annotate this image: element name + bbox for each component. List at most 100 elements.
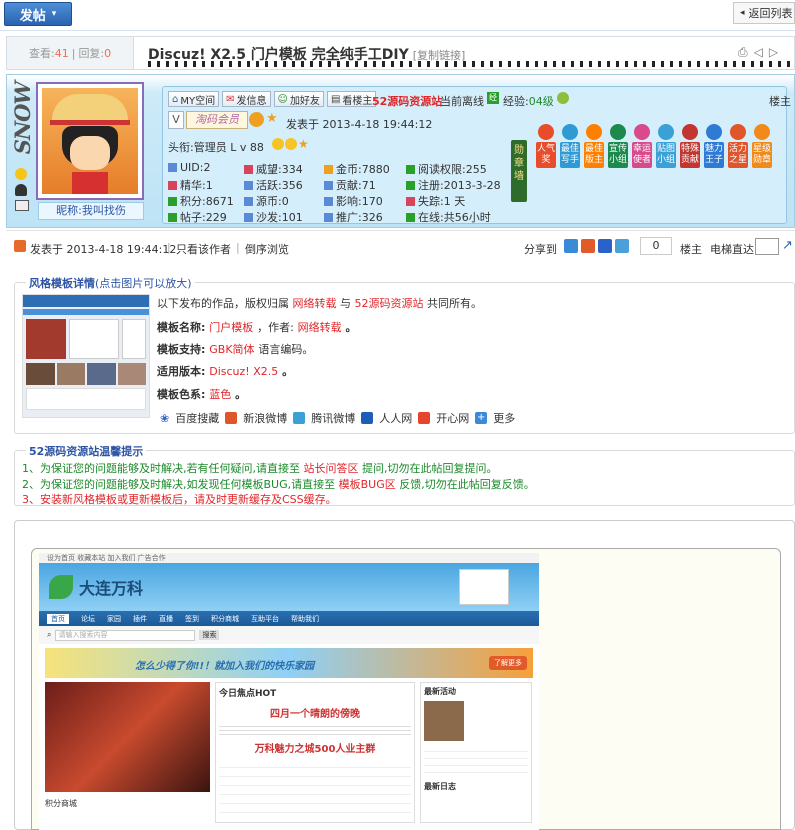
preview-header: 大连万科	[39, 563, 539, 611]
elevator-input[interactable]	[755, 238, 779, 255]
face-shape	[70, 136, 110, 170]
color-value: 蓝色	[209, 388, 232, 401]
stat-gold: 金币:7880	[324, 161, 390, 177]
stat-text: 精华:1	[180, 179, 213, 192]
home-icon: ⌂	[172, 93, 179, 105]
vip-badge: V	[168, 111, 184, 129]
share-link-tencent[interactable]: 腾讯微博	[311, 410, 355, 426]
preview-mall-title: 积分商城	[45, 799, 77, 808]
online-status: 当前离线	[440, 95, 484, 108]
medal-label: 幸运使者	[632, 142, 652, 168]
stat-text: 帖子:229	[180, 211, 227, 224]
version-label: 适用版本:	[157, 365, 206, 378]
stat-missing: 失踪:1 天	[406, 193, 465, 209]
preview-user-box	[459, 569, 509, 605]
medal-wall-title: 勋章墙	[511, 140, 527, 202]
share-link-weibo[interactable]: 新浪微博	[243, 410, 287, 426]
avatar	[42, 88, 138, 194]
medal-icon	[754, 124, 770, 140]
medal-4[interactable]: 幸运使者	[632, 124, 652, 168]
tip-line-3: 3、安装新风格模板或更新模板后，请及时更新缓存及CSS缓存。	[22, 493, 337, 506]
medal-9[interactable]: 星级勋章	[752, 124, 772, 168]
site-name: 52源码资源站	[372, 95, 443, 108]
thread-title-text: Discuz! X2.5 门户模板 完全纯手工DIY	[148, 47, 409, 63]
medal-7[interactable]: 魅力王子	[704, 124, 724, 168]
tip-link[interactable]: 站长问答区	[304, 462, 359, 475]
exp-value: 04级	[528, 95, 554, 108]
copy-link[interactable]: [复制链接]	[413, 49, 466, 62]
thumb-pic	[56, 363, 85, 385]
send-message-label: 发信息	[236, 95, 267, 107]
paw-share-icon[interactable]	[598, 239, 612, 253]
hat-band	[50, 120, 130, 125]
share-link-kaixin[interactable]: 开心网	[436, 410, 469, 426]
post-time: 发表于 2013-4-18 19:44:12	[286, 118, 433, 131]
star-share-icon[interactable]	[564, 239, 578, 253]
medal-label: 人气奖	[536, 142, 556, 168]
views-label: 查看:	[29, 47, 55, 60]
medal-icon	[610, 124, 626, 140]
profile-side-icons	[15, 168, 29, 211]
stat-text: UID:2	[180, 161, 211, 174]
site-link[interactable]: 52源码资源站	[355, 297, 424, 310]
template-thumbnail[interactable]	[22, 294, 150, 418]
share-link-baidu[interactable]: 百度搜藏	[175, 410, 219, 426]
stat-text: 影响:170	[336, 195, 383, 208]
preview-banner-text: 怎么少得了你!!！就加入我们的快乐家园	[135, 661, 315, 672]
medal-icon	[538, 124, 554, 140]
level-icon	[557, 92, 569, 104]
my-space-button[interactable]: ⌂ MY空间	[168, 91, 220, 107]
card-icon[interactable]	[15, 200, 29, 211]
thumb-pic	[26, 363, 55, 385]
medal-5[interactable]: 贴图小组	[656, 124, 676, 168]
kaixin-icon	[418, 412, 431, 424]
color-label: 模板色系:	[157, 388, 206, 401]
thread-stats: 查看: 41 | 回复: 0	[6, 36, 134, 70]
author-avatar-frame[interactable]	[36, 82, 144, 200]
preview-side-title-1: 最新活动	[424, 687, 456, 696]
add-friend-button[interactable]: ☺ 加好友	[273, 91, 324, 107]
stat-text: 阅读权限:255	[418, 163, 487, 176]
go-icon[interactable]: ↗	[782, 238, 793, 253]
only-author-link[interactable]: 只看该作者	[176, 241, 231, 257]
share-icons	[564, 239, 629, 253]
preview-side-lines	[424, 745, 528, 775]
send-message-button[interactable]: ✉ 发信息	[222, 91, 271, 107]
preview-headline-1: 四月一个晴朗的傍晚	[270, 709, 360, 720]
name-value: 门户模板	[209, 321, 254, 334]
medal-6[interactable]: 特殊贡献	[680, 124, 700, 168]
user-icon[interactable]	[15, 184, 27, 196]
preview-nav-item: 签到	[185, 614, 199, 623]
medal-0[interactable]: 人气奖	[536, 124, 556, 168]
tip-line-2: 2、为保证您的问题能够及时解决,如发现任何模板BUG,请直接至 模板BUG区 反…	[22, 476, 535, 492]
post-thread-button[interactable]: 发帖 ▾	[4, 2, 72, 26]
share-links: ❀ 百度搜藏 新浪微博 腾讯微博 人人网 开心网 + 更多	[160, 410, 515, 426]
divider: |	[167, 241, 171, 254]
search-share-icon[interactable]	[615, 239, 629, 253]
preview-top-links: 设为首页 收藏本站 加入我们 广告合作	[39, 553, 539, 563]
exp-label: 经验:	[503, 95, 529, 108]
tip-line-1: 1、为保证您的问题能够及时解决,若有任何疑问,请直接至 站长问答区 提问,切勿在…	[22, 460, 498, 476]
print-icon[interactable]: ⎙	[738, 45, 748, 60]
view-author-button[interactable]: ▤ 看楼主	[326, 91, 377, 107]
thumb-photo	[26, 319, 66, 359]
tip-link[interactable]: 模板BUG区	[339, 478, 396, 491]
stat-points: 积分:8671	[168, 193, 234, 209]
share-link-more[interactable]: 更多	[493, 410, 515, 426]
medal-label: 特殊贡献	[680, 142, 700, 168]
share-link-renren[interactable]: 人人网	[379, 410, 412, 426]
medal-label: 魅力王子	[704, 142, 724, 168]
reverse-order-link[interactable]: 倒序浏览	[245, 241, 289, 257]
prev-thread-icon[interactable]: ◁	[754, 45, 763, 60]
medal-2[interactable]: 最佳版主	[584, 124, 604, 168]
medal-1[interactable]: 最佳写手	[560, 124, 580, 168]
home-share-icon[interactable]	[581, 239, 595, 253]
preview-logo: 大连万科	[79, 579, 144, 598]
medal-8[interactable]: 活力之星	[728, 124, 748, 168]
share-label: 分享到	[524, 243, 557, 256]
member-badge: 淘码会员	[186, 111, 248, 129]
back-to-list-button[interactable]: ◂ 返回列表	[733, 2, 795, 24]
medal-3[interactable]: 宣传小组	[608, 124, 628, 168]
next-thread-icon[interactable]: ▷	[769, 45, 778, 60]
stat-text: 沙发:101	[256, 211, 303, 224]
